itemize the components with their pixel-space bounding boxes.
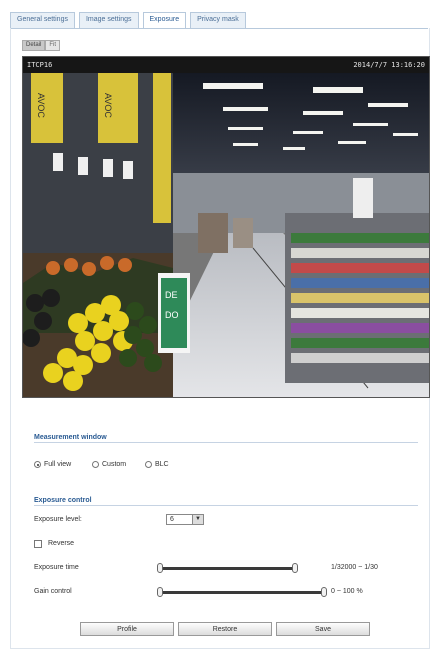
restore-button[interactable]: Restore <box>178 622 272 636</box>
full-view-radio[interactable] <box>34 461 41 468</box>
gain-control-slider-track[interactable] <box>160 591 324 594</box>
exposure-time-min-handle[interactable] <box>157 563 163 573</box>
exposure-time-slider-track[interactable] <box>160 567 298 570</box>
profile-button[interactable]: Profile <box>80 622 174 636</box>
svg-text:DO: DO <box>165 310 179 320</box>
svg-text:DE: DE <box>165 290 178 300</box>
blc-radio[interactable] <box>145 461 152 468</box>
view-mode-toggle: Detail Fit <box>22 40 61 51</box>
tab-general-settings[interactable]: General settings <box>10 12 75 28</box>
gain-control-label: Gain control <box>34 588 72 595</box>
svg-text:AVOC: AVOC <box>103 93 113 118</box>
reverse-checkbox[interactable] <box>34 540 42 548</box>
tab-image-settings[interactable]: Image settings <box>78 12 139 28</box>
tab-exposure[interactable]: Exposure <box>142 12 187 28</box>
exposure-control-title: Exposure control <box>34 497 92 504</box>
custom-radio[interactable] <box>92 461 99 468</box>
live-video-view[interactable]: ITCP16 2014/7/7 13:16:20 AVOC AVOC DE DO <box>22 56 430 398</box>
svg-text:AVOC: AVOC <box>36 93 46 118</box>
tab-bar: General settings Image settings Exposure… <box>10 12 250 28</box>
reverse-label: Reverse <box>48 540 75 547</box>
full-view-label: Full view <box>44 461 72 468</box>
exposure-time-range: 1/32000 ~ 1/30 <box>331 564 378 571</box>
custom-label: Custom <box>102 461 127 468</box>
chevron-down-icon: ▼ <box>192 515 203 524</box>
gain-control-range: 0 ~ 100 % <box>331 588 363 595</box>
view-mode-fit-button[interactable]: Fit <box>45 40 61 51</box>
timestamp-overlay: 2014/7/7 13:16:20 <box>353 61 425 69</box>
exposure-time-label: Exposure time <box>34 564 79 571</box>
exposure-time-max-handle[interactable] <box>292 563 299 573</box>
video-frame-image: AVOC AVOC DE DO <box>23 73 429 397</box>
view-mode-detail-button[interactable]: Detail <box>22 40 46 51</box>
save-button[interactable]: Save <box>276 622 370 636</box>
exposure-divider <box>34 505 418 506</box>
gain-min-handle[interactable] <box>157 587 163 597</box>
tab-privacy-mask[interactable]: Privacy mask <box>190 12 246 28</box>
exposure-level-value: 6 <box>170 516 174 523</box>
blc-label: BLC <box>155 461 169 468</box>
measurement-window-title: Measurement window <box>34 434 107 441</box>
measurement-divider <box>34 442 418 443</box>
gain-max-handle[interactable] <box>321 587 327 597</box>
exposure-level-label: Exposure level: <box>34 516 82 523</box>
exposure-level-select[interactable]: 6 ▼ <box>166 514 204 525</box>
camera-name-overlay: ITCP16 <box>27 61 53 69</box>
video-overlay-bar: ITCP16 2014/7/7 13:16:20 <box>23 57 429 73</box>
